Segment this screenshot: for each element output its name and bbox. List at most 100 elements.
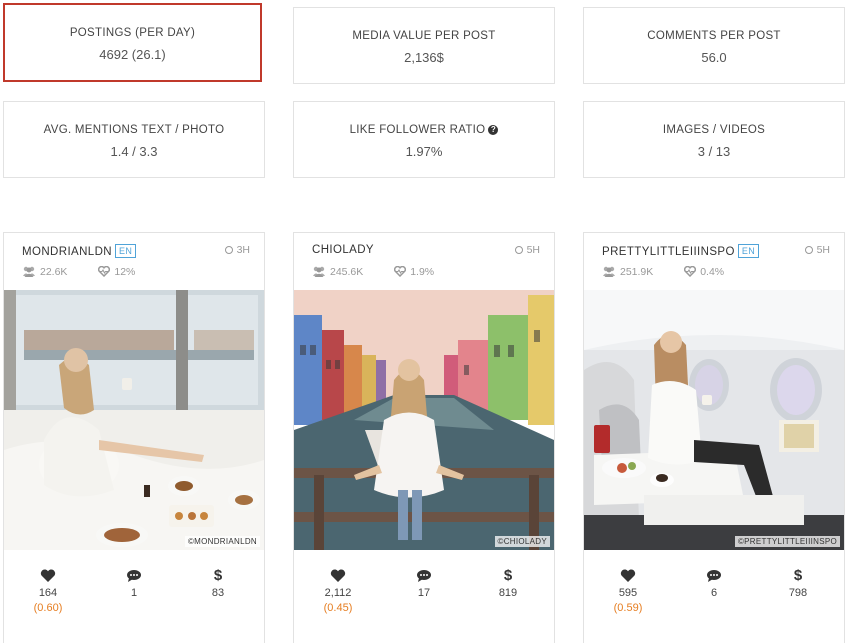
- post-stats: 2,112 (0.45) 17 $ 819: [294, 568, 554, 628]
- photo-credit: ©PRETTYLITTLEIIINSPO: [734, 536, 840, 547]
- post-header: CHIOLADY 5H 245.6K 1.9%: [294, 233, 554, 290]
- stat-value: 56.0: [701, 50, 727, 65]
- comments-count: 1: [130, 587, 138, 599]
- post-header: MONDRIANLDN EN 3H 22.6K 12%: [4, 233, 264, 290]
- media-value: 798: [788, 587, 808, 599]
- like-ratio: (0.59): [613, 602, 643, 614]
- stat-card-mentions[interactable]: AVG. MENTIONS TEXT / PHOTO 1.4 / 3.3: [3, 101, 265, 178]
- like-ratio: (0.60): [33, 602, 63, 614]
- post-photo[interactable]: ©CHIOLADY: [294, 290, 554, 550]
- post-card[interactable]: PRETTYLITTLEIIINSPO EN 5H 251.9K 0.4% ©P…: [583, 232, 845, 643]
- value-stat: $ 83: [188, 567, 248, 600]
- username[interactable]: MONDRIANLDN EN: [22, 244, 137, 258]
- time-text: 5H: [526, 244, 540, 256]
- stat-card-images-videos[interactable]: IMAGES / VIDEOS 3 / 13: [583, 101, 845, 178]
- stat-card-like-follower-ratio[interactable]: LIKE FOLLOWER RATIO? 1.97%: [293, 101, 555, 178]
- followers-count: 245.6K: [330, 266, 364, 278]
- clock-icon: [804, 246, 813, 254]
- stat-label: LIKE FOLLOWER RATIO?: [294, 124, 554, 136]
- post-photo[interactable]: ©MONDRIANLDN: [4, 290, 264, 550]
- heart-icon: [330, 569, 346, 582]
- post-stats: 595 (0.59) 6 $ 798: [584, 568, 844, 628]
- likes-count: 164: [38, 587, 58, 599]
- followers-count: 22.6K: [40, 266, 68, 278]
- likes-stat: 595 (0.59): [598, 568, 658, 614]
- language-badge: EN: [115, 244, 137, 258]
- post-stats: 164 (0.60) 1 $ 83: [4, 568, 264, 628]
- heart-icon: [40, 569, 56, 582]
- post-card[interactable]: CHIOLADY 5H 245.6K 1.9% ©CHIOLADY 2,112 …: [293, 232, 555, 643]
- value-stat: $ 798: [768, 567, 828, 600]
- stat-card-comments[interactable]: COMMENTS PER POST 56.0: [583, 7, 845, 84]
- stat-card-media-value[interactable]: MEDIA VALUE PER POST 2,136$: [293, 7, 555, 84]
- value-stat: $ 819: [478, 567, 538, 600]
- likes-count: 595: [618, 587, 638, 599]
- likes-stat: 2,112 (0.45): [308, 568, 368, 614]
- comments-count: 17: [417, 587, 431, 599]
- comment-icon: [127, 570, 141, 582]
- dollar-icon: $: [503, 567, 513, 584]
- media-value: 819: [498, 587, 518, 599]
- stat-label: MEDIA VALUE PER POST: [352, 30, 496, 42]
- engagement: 1.9%: [394, 266, 448, 278]
- engagement-rate: 12%: [114, 266, 136, 278]
- clock-icon: [224, 246, 233, 254]
- stat-label: COMMENTS PER POST: [647, 30, 781, 42]
- stat-value: 4692 (26.1): [99, 47, 166, 62]
- post-photo[interactable]: ©PRETTYLITTLEIIINSPO: [584, 290, 844, 550]
- heart-pulse-icon: [394, 266, 407, 277]
- comment-icon: [707, 570, 721, 582]
- username-text: PRETTYLITTLEIIINSPO: [602, 246, 735, 258]
- stat-label-text: LIKE FOLLOWER RATIO: [349, 124, 486, 136]
- group-icon: [313, 266, 325, 277]
- followers: 22.6K: [22, 266, 81, 278]
- username-text: CHIOLADY: [312, 244, 374, 256]
- post-time: 5H: [514, 244, 540, 256]
- dollar-icon: $: [213, 567, 223, 584]
- photo-credit: ©MONDRIANLDN: [184, 536, 260, 547]
- time-text: 3H: [236, 244, 250, 256]
- stat-value: 1.4 / 3.3: [110, 144, 158, 159]
- photo-airplane-cabin: [584, 290, 844, 550]
- photo-credit: ©CHIOLADY: [494, 536, 550, 547]
- media-value: 83: [211, 587, 225, 599]
- language-badge: EN: [737, 244, 760, 258]
- comments-stat: 6: [684, 568, 744, 599]
- help-icon[interactable]: ?: [488, 125, 499, 135]
- engagement-rate: 1.9%: [410, 266, 435, 278]
- heart-pulse-icon: [684, 266, 697, 277]
- stat-value: 1.97%: [405, 144, 443, 159]
- group-icon: [603, 266, 615, 277]
- username-text: MONDRIANLDN: [22, 246, 113, 258]
- stat-label: IMAGES / VIDEOS: [662, 124, 766, 136]
- post-meta: 245.6K 1.9%: [312, 266, 462, 278]
- heart-pulse-icon: [98, 266, 111, 277]
- stat-label: AVG. MENTIONS TEXT / PHOTO: [43, 124, 225, 136]
- comments-stat: 17: [394, 568, 454, 599]
- comments-count: 6: [710, 587, 718, 599]
- comment-icon: [417, 570, 431, 582]
- photo-bed-window: [4, 290, 264, 550]
- post-header: PRETTYLITTLEIIINSPO EN 5H 251.9K 0.4%: [584, 233, 844, 290]
- clock-icon: [514, 246, 523, 254]
- like-ratio: (0.45): [323, 602, 353, 614]
- stat-card-postings[interactable]: POSTINGS (PER DAY) 4692 (26.1): [3, 3, 262, 82]
- comments-stat: 1: [104, 568, 164, 599]
- engagement-rate: 0.4%: [700, 266, 725, 278]
- engagement: 12%: [98, 266, 149, 278]
- dollar-icon: $: [793, 567, 803, 584]
- likes-stat: 164 (0.60): [18, 568, 78, 614]
- group-icon: [23, 266, 35, 277]
- followers: 251.9K: [602, 266, 667, 278]
- engagement: 0.4%: [684, 266, 738, 278]
- followers-count: 251.9K: [620, 266, 654, 278]
- post-meta: 22.6K 12%: [22, 266, 163, 278]
- heart-icon: [620, 569, 636, 582]
- post-meta: 251.9K 0.4%: [602, 266, 752, 278]
- stat-label: POSTINGS (PER DAY): [69, 27, 196, 39]
- username[interactable]: PRETTYLITTLEIIINSPO EN: [602, 244, 760, 258]
- stat-value: 3 / 13: [697, 144, 731, 159]
- username[interactable]: CHIOLADY: [312, 244, 374, 256]
- photo-canal-houses: [294, 290, 554, 550]
- post-card[interactable]: MONDRIANLDN EN 3H 22.6K 12% ©MONDRIANLDN…: [3, 232, 265, 643]
